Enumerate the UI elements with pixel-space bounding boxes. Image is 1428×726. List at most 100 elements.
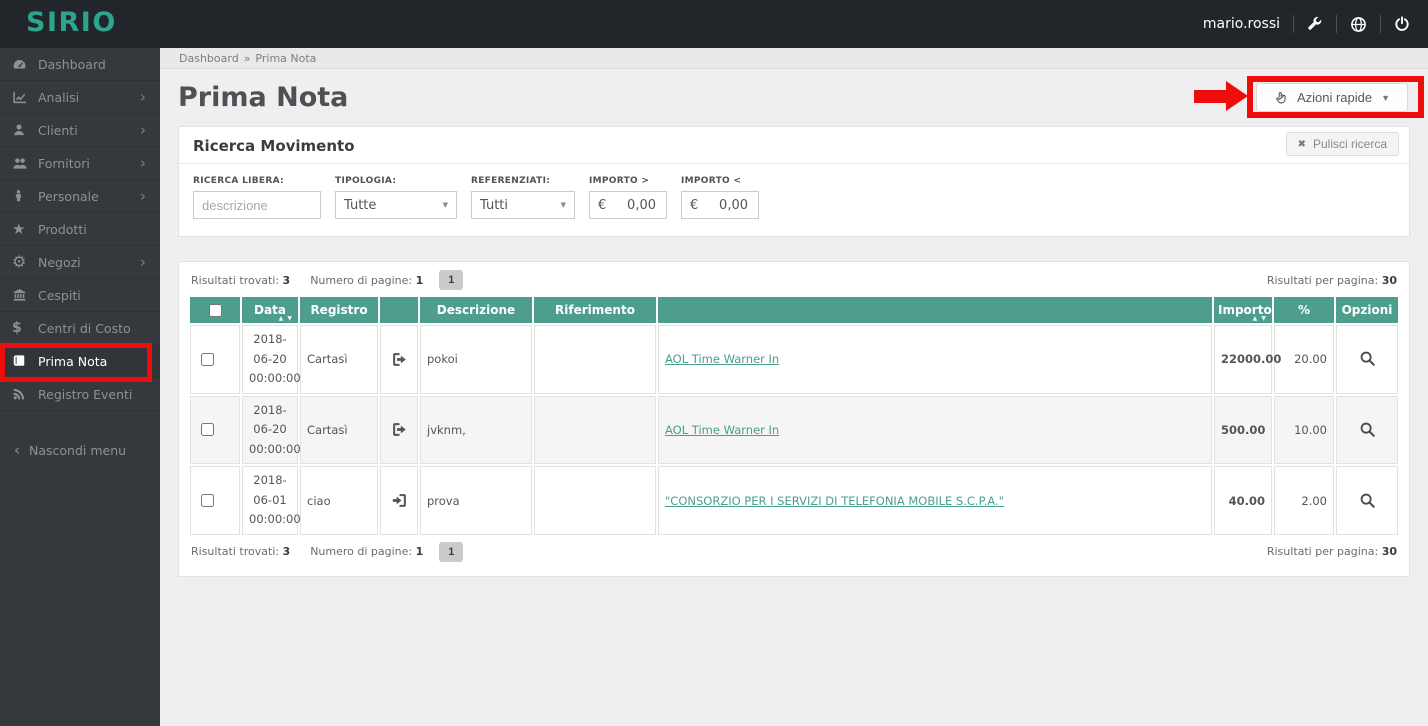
col-header-data[interactable]: Data ▲ ▼: [242, 297, 298, 323]
cell-importo: 22000.00: [1214, 325, 1281, 394]
tipologia-select[interactable]: Tutte ▼: [335, 191, 457, 219]
col-header-riferimento: Riferimento: [534, 297, 656, 323]
col-header-opzioni: Opzioni: [1336, 297, 1398, 323]
free-search-input[interactable]: [193, 191, 321, 219]
power-icon[interactable]: [1394, 16, 1410, 32]
cell-text: 10.00: [1294, 422, 1327, 437]
results-found: Risultati trovati: 3: [191, 273, 291, 287]
sidebar-item-dashboard[interactable]: Dashboard: [0, 48, 160, 81]
wrench-icon[interactable]: [1307, 16, 1323, 32]
col-header-check[interactable]: [190, 297, 240, 323]
cell-text: 2018-06-01 00:00:00: [249, 473, 301, 527]
view-details-button[interactable]: [1357, 490, 1378, 511]
hand-pointer-icon: [1274, 91, 1288, 105]
riferimento-link[interactable]: "CONSORZIO PER I SERVIZI DI TELEFONIA MO…: [665, 494, 1004, 508]
chevron-left-icon: ‹: [14, 440, 20, 459]
sidebar-item-centri-di-costo[interactable]: $ Centri di Costo: [0, 312, 160, 345]
sidebar-collapse-button[interactable]: ‹ Nascondi menu: [0, 437, 160, 463]
cell-riferimento_link: AOL Time Warner In: [658, 395, 1212, 465]
results-per-page: Risultati per pagina: 30: [1266, 273, 1397, 287]
sidebar-item-fornitori[interactable]: Fornitori ›: [0, 147, 160, 180]
quick-actions-label: Azioni rapide: [1296, 90, 1373, 105]
importo-gt-input[interactable]: [606, 196, 658, 214]
clear-search-label: Pulisci ricerca: [1312, 137, 1387, 151]
cell-riferimento: [534, 395, 656, 465]
row-checkbox[interactable]: [201, 494, 214, 508]
sort-icons[interactable]: ▲ ▼: [1253, 315, 1267, 322]
sirio-logo[interactable]: SIRIO: [26, 7, 117, 38]
row-checkbox[interactable]: [201, 352, 214, 366]
row-checkbox[interactable]: [201, 423, 214, 437]
gear-icon: ⚙: [12, 252, 27, 271]
results-per-page: Risultati per pagina: 30: [1266, 545, 1397, 559]
topbar: SIRIO mario.rossi: [0, 0, 1428, 48]
bank-icon: [12, 288, 38, 302]
col-header-direction: [380, 297, 418, 323]
cell-percent: 10.00: [1274, 395, 1334, 465]
field-tipologia: TIPOLOGIA: Tutte ▼: [335, 176, 457, 219]
field-referenziati: REFERENZIATI: Tutti ▼: [471, 176, 575, 219]
clear-search-button[interactable]: ✖ Pulisci ricerca: [1285, 132, 1399, 156]
table-row: 2018-06-20 00:00:00 Cartasì pokoi AOL Time …: [190, 325, 1398, 394]
user-icon: [12, 123, 38, 137]
sidebar-item-prima-nota[interactable]: Prima Nota: [0, 345, 160, 378]
magnifier-icon: [1359, 350, 1376, 367]
col-header-importo[interactable]: Importo ▲ ▼: [1214, 297, 1272, 323]
chevron-down-icon: ▼: [1381, 92, 1391, 103]
cell-text: Cartasì: [307, 422, 348, 437]
sidebar-item-negozi[interactable]: ⚙ Negozi ›: [0, 246, 160, 279]
sidebar-item-cespiti[interactable]: Cespiti: [0, 279, 160, 312]
col-header-label: Opzioni: [1341, 303, 1393, 317]
field-label: RICERCA LIBERA:: [193, 176, 284, 186]
chevron-right-icon: ›: [140, 87, 146, 106]
sidebar-item-label: Personale: [38, 188, 99, 204]
table-row: 2018-06-20 00:00:00 Cartasì jvknm, AOL Time…: [190, 395, 1398, 465]
sidebar-item-analisi[interactable]: Analisi ›: [0, 81, 160, 114]
select-all-checkbox[interactable]: [209, 303, 222, 317]
magnifier-icon: [1359, 492, 1376, 509]
sidebar: Dashboard Analisi › Clienti › Fornitori › Perso…: [0, 48, 160, 726]
sidebar-item-label: Analisi: [38, 89, 80, 105]
topbar-divider: [1380, 15, 1381, 33]
page-header: Prima Nota Azioni rapide ▼: [178, 69, 1410, 126]
sidebar-item-label: Prodotti: [38, 221, 87, 237]
riferimento-link[interactable]: AOL Time Warner In: [665, 423, 779, 437]
username[interactable]: mario.rossi: [1203, 16, 1280, 32]
riferimento-link[interactable]: AOL Time Warner In: [665, 352, 779, 366]
cell-registro: ciao: [300, 466, 378, 535]
sidebar-item-personale[interactable]: Personale ›: [0, 180, 160, 213]
cell-check: [190, 325, 240, 394]
sidebar-item-clienti[interactable]: Clienti ›: [0, 114, 160, 147]
tipologia-selected-value: Tutte: [344, 197, 377, 213]
breadcrumb-home[interactable]: Dashboard: [179, 52, 239, 65]
cell-registro: Cartasì: [300, 325, 378, 394]
movements-table: Data ▲ ▼ Registro Descrizione Riferimento Imp…: [188, 295, 1400, 537]
view-details-button[interactable]: [1357, 419, 1378, 440]
sort-icons[interactable]: ▲ ▼: [279, 315, 293, 322]
quick-actions-button[interactable]: Azioni rapide ▼: [1256, 83, 1408, 112]
topbar-divider: [1293, 15, 1294, 33]
field-label: REFERENZIATI:: [471, 176, 551, 186]
page-number-button[interactable]: 1: [439, 541, 464, 562]
cell-text: jvknm,: [427, 422, 466, 437]
view-details-button[interactable]: [1357, 348, 1378, 369]
page-number-button[interactable]: 1: [439, 270, 464, 290]
importo-lt-input[interactable]: [698, 196, 750, 214]
referenziati-select[interactable]: Tutti ▼: [471, 191, 575, 219]
cell-descrizione: prova: [420, 466, 532, 535]
page-title: Prima Nota: [178, 82, 349, 113]
cell-data: 2018-06-20 00:00:00: [242, 325, 301, 394]
cell-opzioni: [1336, 325, 1398, 394]
cell-text: prova: [427, 493, 460, 508]
sidebar-item-label: Registro Eventi: [38, 386, 133, 402]
sidebar-item-registro-eventi[interactable]: Registro Eventi: [0, 378, 160, 411]
globe-icon[interactable]: [1350, 16, 1367, 33]
sidebar-item-prodotti[interactable]: ★ Prodotti: [0, 213, 160, 246]
sidebar-item-label: Fornitori: [38, 155, 90, 171]
sidebar-item-label: Negozi: [38, 254, 81, 270]
col-header-label: Riferimento: [555, 303, 635, 317]
results-pages: Numero di pagine: 1: [310, 273, 424, 287]
star-icon: ★: [12, 219, 26, 238]
field-label: IMPORTO >: [589, 176, 650, 186]
table-header-row: Data ▲ ▼ Registro Descrizione Riferimento Imp…: [190, 297, 1398, 323]
